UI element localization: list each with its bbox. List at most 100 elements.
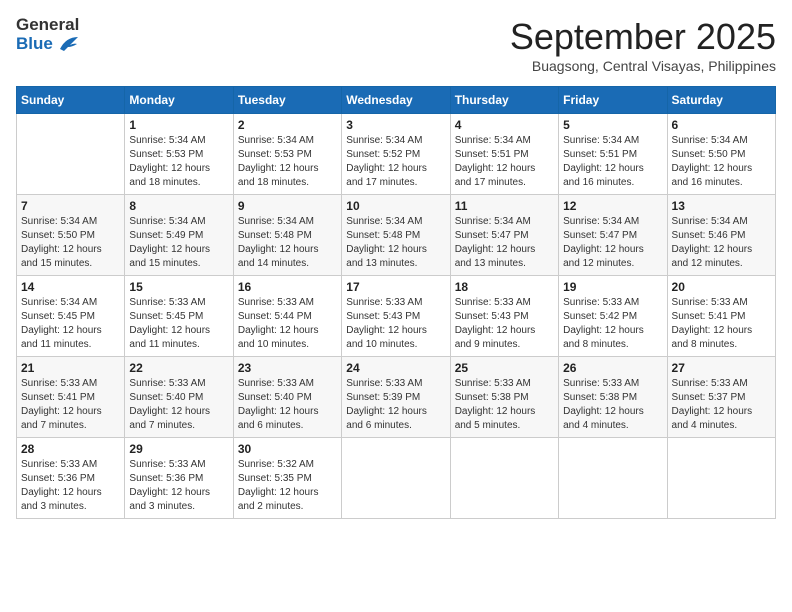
calendar-cell: 5 Sunrise: 5:34 AM Sunset: 5:51 PM Daylig…	[559, 114, 667, 195]
cell-content: Sunrise: 5:32 AM Sunset: 5:35 PM Dayligh…	[238, 458, 337, 514]
calendar-cell: 21Sunrise: 5:33 AM Sunset: 5:41 PM Dayli…	[17, 357, 125, 438]
calendar-body: 1 Sunrise: 5:34 AM Sunset: 5:53 PM Daylig…	[17, 114, 776, 519]
location-title: Buagsong, Central Visayas, Philippines	[510, 58, 776, 74]
cell-content: Sunrise: 5:34 AM Sunset: 5:46 PM Dayligh…	[672, 215, 771, 271]
day-number: 15	[129, 280, 228, 294]
days-header-row: SundayMondayTuesdayWednesdayThursdayFrid…	[17, 87, 776, 114]
calendar-cell	[559, 438, 667, 519]
calendar-cell: 7 Sunrise: 5:34 AM Sunset: 5:50 PM Daylig…	[17, 195, 125, 276]
calendar-table: SundayMondayTuesdayWednesdayThursdayFrid…	[16, 86, 776, 519]
cell-content: Sunrise: 5:33 AM Sunset: 5:41 PM Dayligh…	[672, 296, 771, 352]
day-number: 19	[563, 280, 662, 294]
cell-content: Sunrise: 5:34 AM Sunset: 5:50 PM Dayligh…	[672, 134, 771, 190]
calendar-cell	[342, 438, 450, 519]
logo-graphic: General Blue	[16, 16, 80, 53]
calendar-cell: 20Sunrise: 5:33 AM Sunset: 5:41 PM Dayli…	[667, 276, 775, 357]
cell-content: Sunrise: 5:33 AM Sunset: 5:44 PM Dayligh…	[238, 296, 337, 352]
cell-content: Sunrise: 5:33 AM Sunset: 5:40 PM Dayligh…	[129, 377, 228, 433]
calendar-cell: 6Sunrise: 5:34 AM Sunset: 5:50 PM Daylig…	[667, 114, 775, 195]
day-number: 30	[238, 442, 337, 456]
calendar-cell: 3 Sunrise: 5:34 AM Sunset: 5:52 PM Daylig…	[342, 114, 450, 195]
day-number: 3	[346, 118, 445, 132]
day-number: 7	[21, 199, 120, 213]
calendar-cell: 22 Sunrise: 5:33 AM Sunset: 5:40 PM Dayli…	[125, 357, 233, 438]
day-number: 1	[129, 118, 228, 132]
day-header-wednesday: Wednesday	[342, 87, 450, 114]
day-number: 2	[238, 118, 337, 132]
cell-content: Sunrise: 5:33 AM Sunset: 5:36 PM Dayligh…	[129, 458, 228, 514]
logo-bird-icon	[58, 35, 80, 53]
day-number: 18	[455, 280, 554, 294]
calendar-cell: 28Sunrise: 5:33 AM Sunset: 5:36 PM Dayli…	[17, 438, 125, 519]
cell-content: Sunrise: 5:34 AM Sunset: 5:50 PM Dayligh…	[21, 215, 120, 271]
cell-content: Sunrise: 5:34 AM Sunset: 5:51 PM Dayligh…	[455, 134, 554, 190]
cell-content: Sunrise: 5:34 AM Sunset: 5:47 PM Dayligh…	[563, 215, 662, 271]
day-number: 27	[672, 361, 771, 375]
calendar-cell: 23 Sunrise: 5:33 AM Sunset: 5:40 PM Dayli…	[233, 357, 341, 438]
logo-text-blue: Blue	[16, 35, 80, 54]
day-number: 17	[346, 280, 445, 294]
day-number: 10	[346, 199, 445, 213]
day-number: 5	[563, 118, 662, 132]
calendar-cell: 10 Sunrise: 5:34 AM Sunset: 5:48 PM Dayli…	[342, 195, 450, 276]
calendar-cell	[17, 114, 125, 195]
day-number: 29	[129, 442, 228, 456]
calendar-cell: 29 Sunrise: 5:33 AM Sunset: 5:36 PM Dayli…	[125, 438, 233, 519]
day-header-tuesday: Tuesday	[233, 87, 341, 114]
calendar-cell: 1 Sunrise: 5:34 AM Sunset: 5:53 PM Daylig…	[125, 114, 233, 195]
cell-content: Sunrise: 5:33 AM Sunset: 5:39 PM Dayligh…	[346, 377, 445, 433]
cell-content: Sunrise: 5:33 AM Sunset: 5:38 PM Dayligh…	[563, 377, 662, 433]
month-title: September 2025	[510, 16, 776, 58]
cell-content: Sunrise: 5:33 AM Sunset: 5:43 PM Dayligh…	[455, 296, 554, 352]
calendar-cell: 13 Sunrise: 5:34 AM Sunset: 5:46 PM Dayli…	[667, 195, 775, 276]
cell-content: Sunrise: 5:34 AM Sunset: 5:51 PM Dayligh…	[563, 134, 662, 190]
calendar-cell: 17 Sunrise: 5:33 AM Sunset: 5:43 PM Dayli…	[342, 276, 450, 357]
day-number: 4	[455, 118, 554, 132]
cell-content: Sunrise: 5:33 AM Sunset: 5:43 PM Dayligh…	[346, 296, 445, 352]
day-number: 9	[238, 199, 337, 213]
calendar-week-3: 14Sunrise: 5:34 AM Sunset: 5:45 PM Dayli…	[17, 276, 776, 357]
cell-content: Sunrise: 5:34 AM Sunset: 5:53 PM Dayligh…	[238, 134, 337, 190]
cell-content: Sunrise: 5:34 AM Sunset: 5:53 PM Dayligh…	[129, 134, 228, 190]
calendar-cell: 19Sunrise: 5:33 AM Sunset: 5:42 PM Dayli…	[559, 276, 667, 357]
cell-content: Sunrise: 5:34 AM Sunset: 5:47 PM Dayligh…	[455, 215, 554, 271]
day-header-saturday: Saturday	[667, 87, 775, 114]
cell-content: Sunrise: 5:33 AM Sunset: 5:37 PM Dayligh…	[672, 377, 771, 433]
day-header-friday: Friday	[559, 87, 667, 114]
cell-content: Sunrise: 5:34 AM Sunset: 5:48 PM Dayligh…	[346, 215, 445, 271]
calendar-cell: 9 Sunrise: 5:34 AM Sunset: 5:48 PM Daylig…	[233, 195, 341, 276]
calendar-cell: 14Sunrise: 5:34 AM Sunset: 5:45 PM Dayli…	[17, 276, 125, 357]
header: General Blue September 2025 Buagsong, Ce…	[16, 16, 776, 74]
calendar-cell	[667, 438, 775, 519]
cell-content: Sunrise: 5:33 AM Sunset: 5:45 PM Dayligh…	[129, 296, 228, 352]
day-header-monday: Monday	[125, 87, 233, 114]
calendar-cell: 26 Sunrise: 5:33 AM Sunset: 5:38 PM Dayli…	[559, 357, 667, 438]
calendar-cell: 18 Sunrise: 5:33 AM Sunset: 5:43 PM Dayli…	[450, 276, 558, 357]
day-number: 26	[563, 361, 662, 375]
cell-content: Sunrise: 5:33 AM Sunset: 5:40 PM Dayligh…	[238, 377, 337, 433]
cell-content: Sunrise: 5:33 AM Sunset: 5:38 PM Dayligh…	[455, 377, 554, 433]
day-number: 23	[238, 361, 337, 375]
title-area: September 2025 Buagsong, Central Visayas…	[510, 16, 776, 74]
day-number: 8	[129, 199, 228, 213]
cell-content: Sunrise: 5:34 AM Sunset: 5:48 PM Dayligh…	[238, 215, 337, 271]
day-number: 13	[672, 199, 771, 213]
day-number: 16	[238, 280, 337, 294]
logo-text-general: General	[16, 16, 80, 35]
calendar-cell: 8Sunrise: 5:34 AM Sunset: 5:49 PM Daylig…	[125, 195, 233, 276]
cell-content: Sunrise: 5:34 AM Sunset: 5:45 PM Dayligh…	[21, 296, 120, 352]
calendar-cell: 15 Sunrise: 5:33 AM Sunset: 5:45 PM Dayli…	[125, 276, 233, 357]
day-number: 12	[563, 199, 662, 213]
day-number: 25	[455, 361, 554, 375]
calendar-cell: 2 Sunrise: 5:34 AM Sunset: 5:53 PM Daylig…	[233, 114, 341, 195]
calendar-cell: 12 Sunrise: 5:34 AM Sunset: 5:47 PM Dayli…	[559, 195, 667, 276]
calendar-week-2: 7 Sunrise: 5:34 AM Sunset: 5:50 PM Daylig…	[17, 195, 776, 276]
cell-content: Sunrise: 5:33 AM Sunset: 5:41 PM Dayligh…	[21, 377, 120, 433]
day-number: 11	[455, 199, 554, 213]
calendar-cell: 25 Sunrise: 5:33 AM Sunset: 5:38 PM Dayli…	[450, 357, 558, 438]
calendar-header: SundayMondayTuesdayWednesdayThursdayFrid…	[17, 87, 776, 114]
calendar-cell: 11 Sunrise: 5:34 AM Sunset: 5:47 PM Dayli…	[450, 195, 558, 276]
day-header-thursday: Thursday	[450, 87, 558, 114]
day-number: 22	[129, 361, 228, 375]
cell-content: Sunrise: 5:34 AM Sunset: 5:52 PM Dayligh…	[346, 134, 445, 190]
